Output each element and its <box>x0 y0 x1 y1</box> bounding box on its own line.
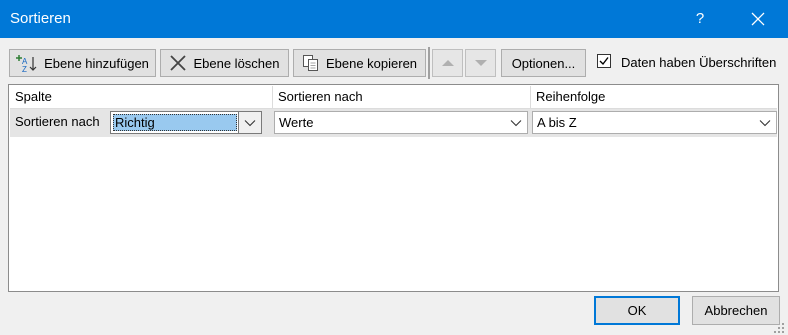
headers-checkbox-label[interactable]: Daten haben Überschriften <box>621 55 776 70</box>
sort-levels-grid: Spalte Sortieren nach Reihenfolge Sortie… <box>8 84 779 292</box>
column-select[interactable]: Richtig <box>110 111 262 134</box>
title-bar: Sortieren ? <box>0 0 788 38</box>
cancel-button[interactable]: Abbrechen <box>692 296 780 325</box>
window-title: Sortieren <box>10 10 71 27</box>
delete-level-label: Ebene löschen <box>193 55 280 71</box>
order-select[interactable]: A bis Z <box>532 111 777 134</box>
move-down-button[interactable] <box>465 49 496 77</box>
copy-level-label: Ebene kopieren <box>325 55 418 71</box>
delete-x-icon <box>170 55 187 71</box>
arrow-down-icon <box>474 60 487 66</box>
help-icon: ? <box>695 10 705 27</box>
sort-on-select-value: Werte <box>279 115 314 130</box>
close-icon <box>751 12 765 26</box>
options-label: Optionen... <box>511 55 576 71</box>
move-up-button[interactable] <box>432 49 463 77</box>
copy-level-button[interactable]: Ebene kopieren <box>293 49 426 77</box>
sort-on-select[interactable]: Werte <box>274 111 528 134</box>
order-select-value: A bis Z <box>537 115 577 130</box>
column-select-value: Richtig <box>115 115 155 130</box>
delete-level-button[interactable]: Ebene löschen <box>160 49 289 77</box>
column-header-spalte: Spalte <box>10 86 273 108</box>
sort-level-row[interactable]: Sortieren nach Richtig Werte A bis Z <box>10 109 777 137</box>
chevron-down-icon <box>510 119 522 126</box>
copy-icon <box>302 55 318 71</box>
arrow-up-icon <box>441 60 454 66</box>
row-label: Sortieren nach <box>15 114 100 129</box>
checkmark-icon <box>599 57 609 66</box>
sort-on-dropdown-button[interactable] <box>505 112 527 133</box>
chevron-down-icon <box>244 119 256 126</box>
order-dropdown-button[interactable] <box>754 112 776 133</box>
options-button[interactable]: Optionen... <box>501 49 586 77</box>
column-header-reihenfolge: Reihenfolge <box>536 89 606 104</box>
column-dropdown-button[interactable] <box>238 112 261 133</box>
column-header-sortieren-nach: Sortieren nach <box>273 86 531 108</box>
add-sort-level-icon: A Z <box>16 55 37 73</box>
cancel-label: Abbrechen <box>704 303 768 318</box>
add-level-label: Ebene hinzufügen <box>44 55 149 71</box>
ok-button[interactable]: OK <box>594 296 680 325</box>
resize-grip-icon[interactable] <box>773 322 785 334</box>
toolbar-separator <box>428 47 430 79</box>
ok-label: OK <box>627 303 647 318</box>
add-level-button[interactable]: A Z Ebene hinzufügen <box>9 49 156 77</box>
chevron-down-icon <box>759 119 771 126</box>
svg-text:Z: Z <box>22 65 27 73</box>
close-button[interactable] <box>738 0 778 38</box>
help-button[interactable]: ? <box>682 0 718 38</box>
headers-checkbox[interactable] <box>597 54 611 68</box>
